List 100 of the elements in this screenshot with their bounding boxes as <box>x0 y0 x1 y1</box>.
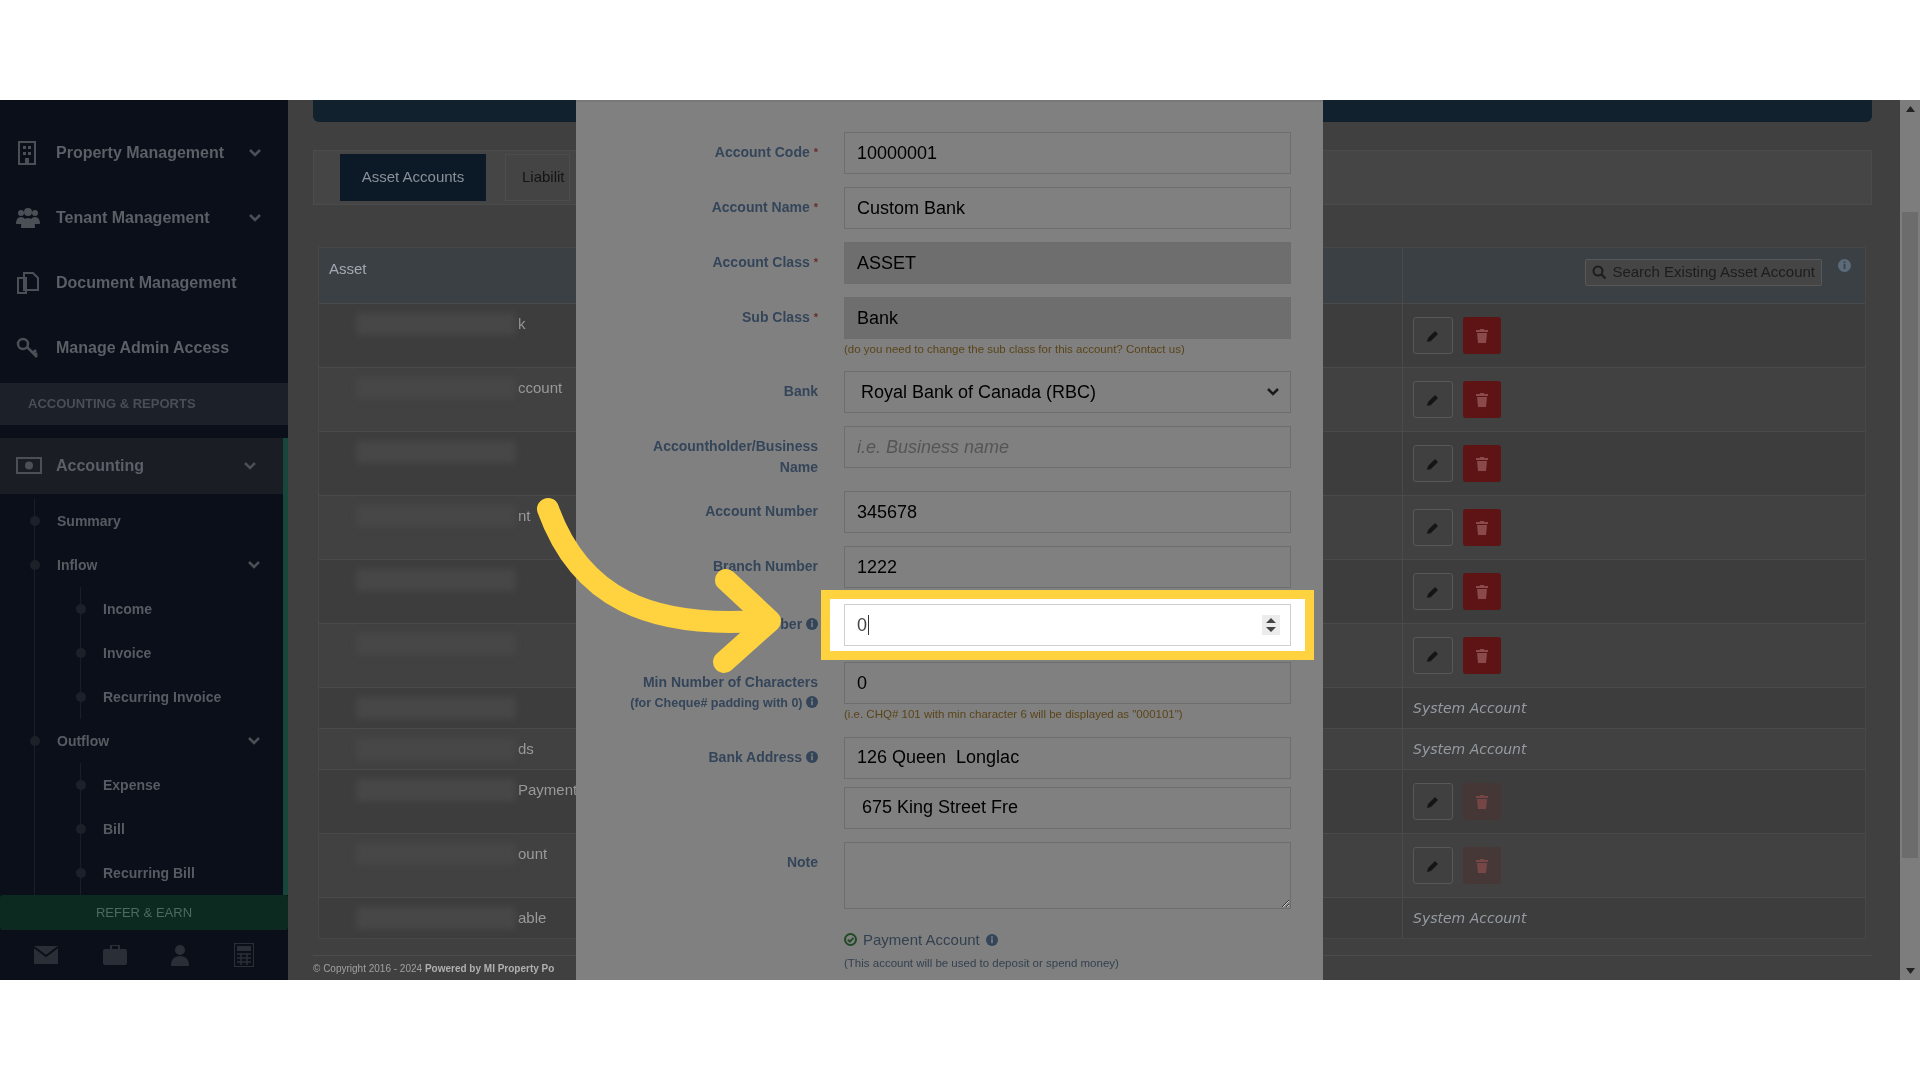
delete-button[interactable] <box>1463 445 1501 482</box>
scrollbar[interactable] <box>1900 100 1920 980</box>
sidebar-item[interactable]: Invoice <box>76 631 283 675</box>
trash-icon <box>1476 392 1488 407</box>
help-text: (do you need to change the sub class for this account? Contact us) <box>844 342 1186 357</box>
sidebar-item[interactable]: Document Management <box>0 250 288 315</box>
input-field[interactable]: 345678 <box>844 491 1291 534</box>
chevron-down-icon <box>248 212 262 223</box>
edit-button[interactable] <box>1413 509 1453 546</box>
input-field[interactable]: 675 King Street Fre <box>844 786 1291 829</box>
table-cell-text: ds <box>518 739 534 759</box>
sidebar-item[interactable]: Income <box>76 587 283 631</box>
table-cell-text: nt <box>518 506 531 526</box>
edit-button[interactable] <box>1413 847 1453 884</box>
sidebar-item[interactable]: Inflow <box>30 543 283 587</box>
edit-button[interactable] <box>1413 573 1453 610</box>
sidebar-item[interactable]: Recurring Invoice <box>76 675 283 719</box>
spinner-icon[interactable] <box>1262 615 1280 636</box>
info-icon <box>806 696 818 709</box>
chevron-down-icon <box>247 736 261 746</box>
pencil-icon <box>1426 392 1440 407</box>
field-label: Accountholder/Business Name <box>653 438 818 476</box>
calculator-icon[interactable] <box>233 943 254 967</box>
pencil-icon <box>1426 456 1440 471</box>
field-label: Bank Address <box>708 748 803 765</box>
field-label: Account Class <box>712 254 810 270</box>
users-icon <box>16 205 42 230</box>
briefcase-icon[interactable] <box>102 945 127 965</box>
note-field[interactable] <box>844 841 1291 909</box>
field-label: Sub Class <box>742 309 810 325</box>
table-cell-text: Payment <box>518 780 578 800</box>
table-cell-text: System Account <box>1413 698 1527 718</box>
chevron-down-icon <box>1266 387 1280 398</box>
pencil-icon <box>1426 584 1440 599</box>
field-label: Min Number of Characters <box>642 674 818 691</box>
table-cell-text: System Account <box>1413 739 1527 759</box>
pencil-icon <box>1426 520 1440 535</box>
input-field[interactable]: 126 Queen Longlac <box>844 736 1291 779</box>
table-cell-text: k <box>518 314 526 334</box>
input-field[interactable]: 1222 <box>844 546 1291 589</box>
scroll-up-icon[interactable] <box>1905 106 1915 112</box>
input-field[interactable]: 0 <box>844 662 1291 705</box>
delete-button[interactable] <box>1463 509 1501 546</box>
delete-button[interactable] <box>1463 573 1501 610</box>
documents-icon <box>16 270 42 295</box>
trash-icon <box>1476 520 1488 535</box>
pencil-icon <box>1426 648 1440 663</box>
input-field[interactable]: 10000001 <box>844 132 1291 174</box>
field-label: Account Number <box>705 503 818 520</box>
table-cell-text: ount <box>518 844 548 864</box>
info-icon <box>806 618 818 631</box>
edit-button[interactable] <box>1413 783 1453 820</box>
required-mark: * <box>813 201 818 213</box>
bank-select[interactable]: Royal Bank of Canada (RBC) <box>844 371 1291 414</box>
field-label: ber <box>780 616 803 633</box>
field-label: Bank <box>783 383 818 400</box>
pencil-icon <box>1426 328 1440 343</box>
table-cell-text: ccount <box>518 378 563 398</box>
sidebar-item[interactable]: Bill <box>76 807 283 851</box>
edit-button[interactable] <box>1413 381 1453 418</box>
sidebar-item[interactable]: Manage Admin Access <box>0 315 288 380</box>
user-icon[interactable] <box>171 944 190 966</box>
edit-button[interactable] <box>1413 445 1453 482</box>
search-icon <box>1592 265 1608 280</box>
sidebar-item[interactable]: Recurring Bill <box>76 851 283 895</box>
sidebar-item[interactable]: Property Management <box>0 120 288 185</box>
table-cell-text: System Account <box>1413 908 1527 928</box>
refer-earn-button[interactable]: REFER & EARN <box>0 895 288 930</box>
trash-icon <box>1476 648 1488 663</box>
help-text: (This account will be used to deposit or spend money) <box>844 956 1120 971</box>
trash-icon <box>1476 456 1488 471</box>
chevron-down-icon <box>247 560 261 570</box>
input-field[interactable]: Custom Bank <box>844 187 1291 229</box>
delete-button[interactable] <box>1463 381 1501 418</box>
column-header: Asset <box>329 260 367 277</box>
sidebar-item[interactable]: Tenant Management <box>0 185 288 250</box>
sidebar-item[interactable]: Summary <box>30 499 283 543</box>
number-input-field[interactable]: 0 <box>844 604 1291 647</box>
field-label: Note <box>786 853 818 870</box>
scroll-down-icon[interactable] <box>1905 968 1915 974</box>
trash-icon <box>1476 328 1488 343</box>
delete-button[interactable] <box>1463 317 1501 354</box>
trash-icon <box>1476 584 1488 599</box>
table-cell-text: able <box>518 908 547 928</box>
checkbox-label[interactable]: Payment Account <box>863 928 980 951</box>
tab[interactable]: Asset Accounts <box>340 154 486 201</box>
check-circle-icon[interactable] <box>844 933 857 947</box>
required-mark: * <box>813 256 818 268</box>
chevron-down-icon <box>248 147 262 158</box>
info-icon <box>1838 259 1851 272</box>
envelope-icon[interactable] <box>34 946 59 964</box>
sidebar-item[interactable]: Accounting <box>0 438 283 494</box>
pencil-icon <box>1426 858 1440 873</box>
edit-button[interactable] <box>1413 317 1453 354</box>
sidebar-item[interactable]: Expense <box>76 763 283 807</box>
delete-button[interactable] <box>1463 637 1501 674</box>
field-label: Account Name <box>711 199 810 215</box>
sidebar-item[interactable]: Outflow <box>30 719 283 763</box>
info-icon <box>806 750 818 763</box>
edit-button[interactable] <box>1413 637 1453 674</box>
